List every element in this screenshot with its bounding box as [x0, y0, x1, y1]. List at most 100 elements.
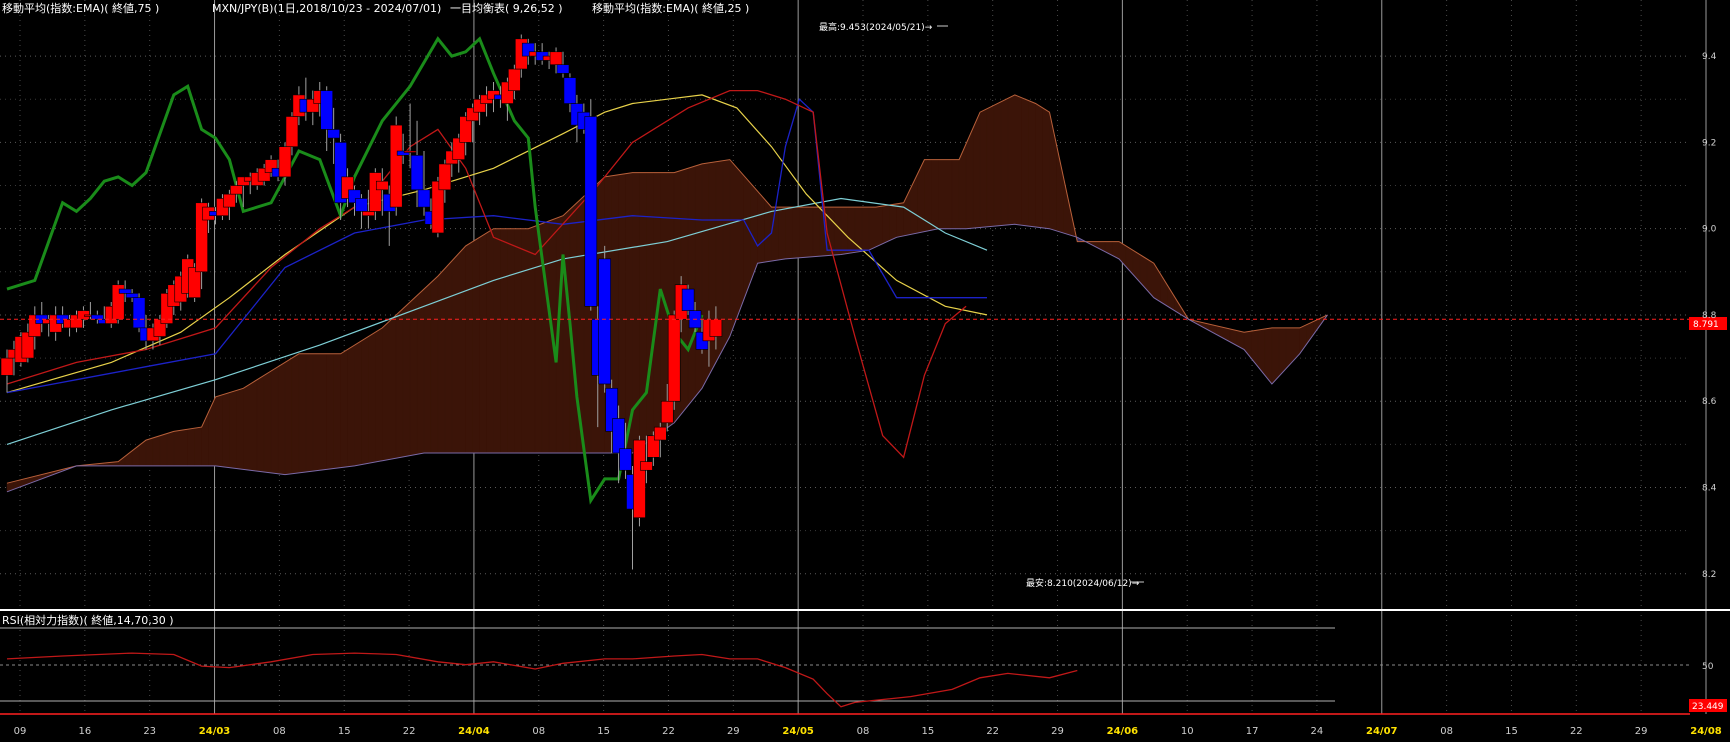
cloud-segment [319, 353, 327, 471]
candle-body [709, 318, 723, 337]
date-tick-label: 29 [1635, 726, 1648, 737]
cloud-segment [284, 357, 293, 475]
date-tick-label: 24/07 [1366, 726, 1398, 737]
candle-body [403, 150, 417, 153]
cloud-segment [729, 158, 737, 337]
header-ema75-label: 移動平均(指数:EMA)( 終値,75 ) [2, 1, 159, 15]
candle-body [278, 146, 292, 178]
cloud-segment [298, 353, 307, 474]
date-tick-label: 22 [662, 726, 675, 737]
cloud-segment [291, 353, 300, 474]
cloud-segment [173, 430, 181, 467]
cloud-segment [263, 370, 272, 474]
candle-body [660, 400, 674, 424]
cloud-segment [528, 225, 536, 454]
chart-background [0, 0, 1730, 738]
date-tick-label: 23 [143, 726, 156, 737]
cloud-segment [180, 428, 188, 467]
cloud-segment [270, 366, 279, 474]
cloud-segment [1264, 327, 1273, 385]
price-tick-label: 8.2 [1702, 570, 1716, 580]
cloud-segment [736, 166, 744, 319]
cloud-segment [187, 427, 195, 467]
low-annotation: 最安:8.210(2024/06/12)→ [1026, 577, 1140, 589]
candle-body [667, 314, 681, 402]
cloud-segment [152, 435, 161, 467]
cloud-segment [1271, 327, 1280, 385]
pane-divider[interactable] [0, 609, 1730, 611]
cloud-segment [833, 206, 842, 256]
candle-body [285, 116, 299, 147]
date-tick-label: 15 [597, 726, 610, 737]
cloud-segment [236, 387, 244, 470]
cloud-segment [250, 379, 258, 472]
cloud-segment [1028, 100, 1036, 228]
cloud-segment [708, 161, 717, 376]
cloud-segment [1007, 94, 1015, 226]
cloud-segment [444, 260, 453, 454]
candle-body [653, 426, 667, 441]
candle-body [223, 193, 236, 208]
cloud-segment [687, 165, 696, 407]
up-candle [667, 310, 681, 410]
candle-body [320, 90, 334, 130]
cloud-segment [354, 340, 362, 467]
date-tick-label: 24/04 [458, 726, 490, 737]
candle-body [633, 439, 646, 519]
date-tick-label: 22 [1570, 726, 1583, 737]
cloud-segment [972, 112, 981, 229]
cloud-segment [395, 307, 404, 459]
date-tick-label: 24 [1311, 726, 1324, 737]
cloud-segment [402, 301, 411, 458]
date-tick-label: 15 [1505, 726, 1518, 737]
date-tick-label: 24/08 [1690, 726, 1722, 737]
date-tick-label: 08 [532, 726, 545, 737]
cloud-segment [1014, 94, 1022, 226]
cloud-segment [938, 159, 946, 229]
cloud-segment [1278, 327, 1287, 378]
cloud-segment [986, 104, 995, 228]
cloud-segment [458, 245, 466, 454]
header-symbol-label: MXN/JPY(B)(1日,2018/10/23 - 2024/07/01) [212, 2, 441, 15]
cloud-segment [340, 349, 348, 468]
cloud-segment [792, 206, 800, 259]
cloud-segment [965, 127, 974, 229]
date-tick-label: 17 [1246, 726, 1259, 737]
cloud-segment [368, 331, 376, 464]
header-ema25-label: 移動平均(指数:EMA)( 終値,25 ) [592, 1, 749, 15]
cloud-segment [277, 361, 286, 475]
date-tick-label: 24/03 [199, 726, 231, 737]
date-tick-label: 10 [1181, 726, 1194, 737]
candle-body [132, 297, 146, 329]
price-tick-label: 9.4 [1702, 52, 1717, 62]
high-annotation: 最高:9.453(2024/05/21)→ [819, 21, 933, 33]
cloud-segment [785, 206, 793, 260]
date-tick-label: 08 [857, 726, 870, 737]
cloud-segment [486, 228, 494, 454]
candle-body [410, 155, 424, 191]
cloud-segment [979, 108, 988, 228]
cloud-segment [1035, 103, 1043, 229]
cloud-segment [694, 163, 703, 398]
cloud-segment [215, 394, 223, 468]
cloud-segment [305, 353, 314, 473]
cloud-segment [333, 353, 341, 469]
date-tick-label: 24/06 [1107, 726, 1139, 737]
candle-body [327, 129, 340, 139]
candle-body [125, 293, 139, 298]
cloud-segment [166, 431, 175, 467]
cloud-segment [861, 206, 870, 252]
candle-body [438, 163, 452, 191]
price-chart[interactable]: 移動平均(指数:EMA)( 終値,75 ) MXN/JPY(B)(1日,2018… [0, 0, 1730, 738]
price-tick-label: 9.0 [1702, 225, 1717, 235]
candle-body [375, 180, 389, 191]
cloud-segment [159, 433, 168, 467]
candle-body [619, 448, 632, 471]
cloud-segment [243, 383, 251, 471]
cloud-segment [1042, 107, 1050, 229]
date-tick-label: 22 [986, 726, 999, 737]
cloud-segment [806, 206, 814, 258]
candle-body [362, 211, 375, 217]
date-tick-label: 09 [14, 726, 27, 737]
cloud-segment [493, 228, 501, 454]
